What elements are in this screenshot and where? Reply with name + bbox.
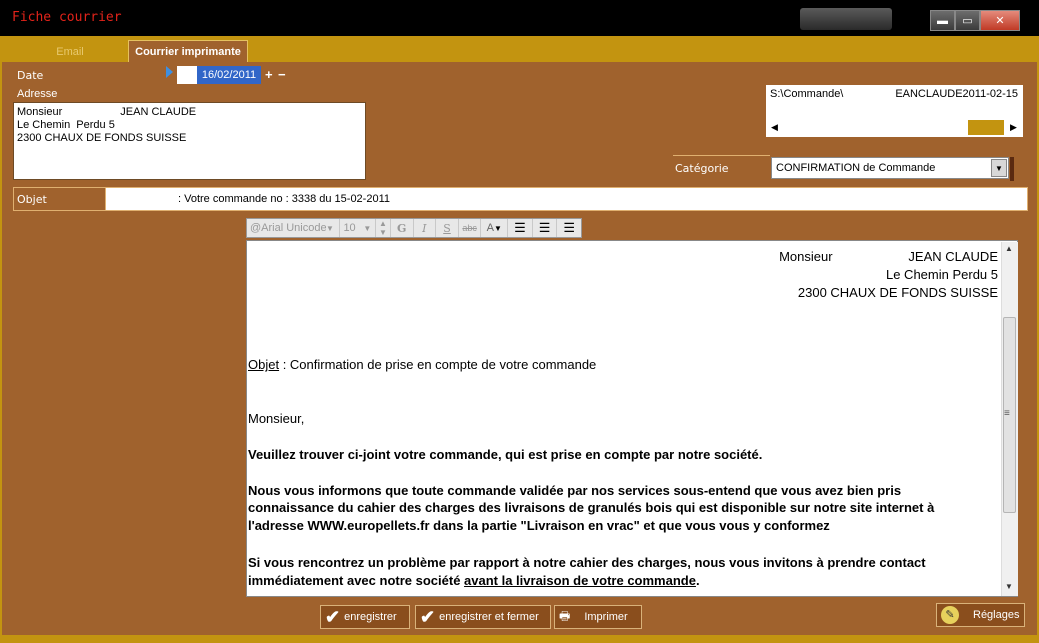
enregistrer-fermer-button[interactable]: ✔ enregistrer et fermer: [415, 605, 551, 629]
chevron-down-icon: ▼: [363, 223, 372, 233]
reglages-label: Réglages: [973, 609, 1020, 621]
objet-input[interactable]: : Votre commande no : 3338 du 15-02-2011: [105, 187, 1028, 211]
categorie-label: Catégorie: [673, 155, 770, 181]
categorie-select[interactable]: CONFIRMATION de Commande: [771, 157, 1009, 179]
paragraph-2-line: Nous vous informons que toute commande v…: [248, 483, 902, 498]
date-increment-button[interactable]: +: [265, 67, 273, 82]
paragraph-2-line: connaissance du cahier des charges des l…: [248, 500, 935, 515]
align-center-icon[interactable]: ☰: [533, 219, 558, 237]
salutation: Monsieur,: [248, 411, 305, 426]
bold-button[interactable]: G: [391, 219, 414, 237]
adresse-label: Adresse: [17, 88, 58, 100]
file-path-text: S:\Commande\ EANCLAUDE2011-02-15: [770, 88, 1019, 100]
adresse-textarea[interactable]: Monsieur JEAN CLAUDE Le Chemin Perdu 5 2…: [13, 102, 366, 180]
editor-toolbar: @Arial Unicode MS▼ 10▼ ▲▼ G I S abc A▼ ☰…: [246, 218, 582, 238]
paragraph-1: Veuillez trouver ci-joint votre commande…: [248, 447, 763, 462]
close-button[interactable]: ✕: [980, 10, 1020, 31]
categorie-edge: [1010, 157, 1014, 181]
recipient-line: Le Chemin Perdu 5: [885, 267, 998, 282]
recipient-line: 2300 CHAUX DE FONDS SUISSE: [797, 285, 998, 300]
minimize-button[interactable]: ▬: [930, 10, 955, 31]
reglages-button[interactable]: ✎ Réglages: [936, 603, 1025, 627]
letter-objet: Objet : Confirmation de prise en compte …: [248, 357, 596, 372]
checkmark-icon: ✔: [325, 607, 341, 627]
tab-email[interactable]: Email: [10, 42, 130, 62]
paragraph-2-line: l'adresse WWW.europellets.fr dans la par…: [248, 518, 830, 533]
scroll-up-icon[interactable]: ▲: [1005, 244, 1013, 253]
adresse-line: 2300 CHAUX DE FONDS SUISSE: [17, 132, 187, 144]
adresse-line: Monsieur JEAN CLAUDE: [17, 106, 197, 118]
printer-icon: 🖶: [559, 608, 571, 623]
enregistrer-label: enregistrer: [344, 611, 397, 623]
size-spinner-icon[interactable]: ▲ ▼: [376, 219, 391, 237]
recipient-line: Monsieur JEAN CLAUDE: [779, 249, 998, 264]
date-value[interactable]: 16/02/2011: [197, 66, 261, 84]
date-label: Date: [17, 69, 44, 82]
strikethrough-button[interactable]: abc: [459, 219, 482, 237]
date-arrow-icon[interactable]: [166, 66, 173, 78]
minimize-icon: ▬: [937, 14, 948, 27]
align-right-icon[interactable]: ☰: [557, 219, 581, 237]
imprimer-label: Imprimer: [584, 611, 628, 623]
settings-wrench-icon: ✎: [941, 606, 959, 624]
objet-label: Objet: [13, 187, 105, 211]
para3-text: immédiatement avec notre société: [248, 573, 465, 588]
window-title: Fiche courrier: [12, 10, 122, 25]
font-color-value: A: [486, 222, 494, 234]
title-bar-decoration: [800, 8, 892, 30]
window-controls: ▬ ▭ ✕: [930, 10, 1020, 31]
scroll-right-icon[interactable]: ▶: [1010, 122, 1017, 133]
paragraph-3-line: Si vous rencontrez un problème par rappo…: [248, 555, 926, 570]
underline-button[interactable]: S: [436, 219, 459, 237]
font-name-value: @Arial Unicode MS: [250, 222, 326, 234]
chevron-down-icon[interactable]: ▼: [991, 159, 1007, 177]
para3-underlined: avant la livraison de votre commande: [464, 573, 696, 588]
objet-text: : Confirmation de prise en compte de vot…: [279, 357, 597, 372]
tab-courrier-imprimante[interactable]: Courrier imprimante: [128, 40, 248, 62]
objet-word: Objet: [248, 357, 280, 372]
scroll-grip-icon: ≡: [1004, 408, 1010, 419]
font-name-select[interactable]: @Arial Unicode MS▼: [247, 219, 340, 237]
imprimer-button[interactable]: 🖶 Imprimer: [554, 605, 642, 629]
maximize-button[interactable]: ▭: [955, 10, 980, 31]
date-decrement-button[interactable]: −: [278, 67, 286, 82]
para3-end: .: [695, 573, 700, 588]
paragraph-3-line: immédiatement avec notre société avant l…: [248, 573, 700, 588]
scroll-left-icon[interactable]: ◀: [771, 122, 778, 133]
adresse-line: Le Chemin Perdu 5: [17, 119, 115, 131]
chevron-down-icon: ▼: [493, 223, 502, 233]
maximize-icon: ▭: [962, 15, 973, 27]
italic-button[interactable]: I: [414, 219, 437, 237]
chevron-down-icon: ▼: [326, 223, 334, 233]
scrollbar-thumb[interactable]: [968, 120, 1004, 135]
font-size-value: 10: [343, 222, 356, 234]
checkmark-icon: ✔: [420, 607, 436, 627]
font-color-button[interactable]: A ▼: [481, 219, 509, 237]
scroll-down-icon[interactable]: ▼: [1005, 582, 1013, 591]
enregistrer-button[interactable]: ✔ enregistrer: [320, 605, 410, 629]
align-left-icon[interactable]: ☰: [508, 219, 533, 237]
enregistrer-fermer-label: enregistrer et fermer: [439, 611, 539, 623]
font-size-select[interactable]: 10 ▼: [340, 219, 377, 237]
close-icon: ✕: [995, 15, 1005, 27]
